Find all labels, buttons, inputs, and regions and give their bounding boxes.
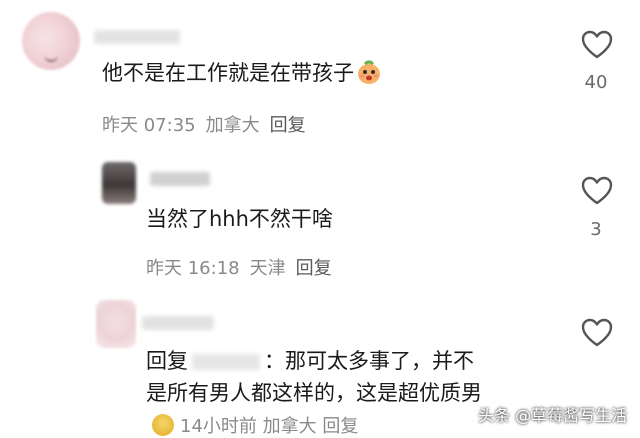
comment-time: 昨天 07:35 [102,115,196,136]
username-blurred[interactable] [150,172,210,186]
comment-text-line2: 是所有男人都这样的，这是超优质男 [146,381,482,405]
partial-comment-meta: 14小时前 加拿大 回复 [146,412,358,438]
comment-body: 他不是在工作就是在带孩子 [102,61,354,85]
like-count: 3 [590,219,602,240]
peach-face-emoji-icon [358,60,380,84]
like-heart-icon[interactable] [581,176,613,206]
comment-meta: 昨天 07:35 加拿大 回复 [102,111,316,137]
emoji-avatar-icon [152,414,174,436]
comment-location: 加拿大 [205,115,260,136]
comment-time: 昨天 16:18 [146,258,240,279]
comment-text: 回复 ：那可太多事了，并不 [146,346,474,376]
mention-blurred[interactable] [192,354,260,370]
comment-body: ：那可太多事了，并不 [264,349,474,373]
username-blurred[interactable] [142,316,214,330]
username-blurred[interactable] [94,30,180,44]
comment-meta-partial: 14小时前 加拿大 回复 [180,416,359,437]
comment-text: 当然了hhh不然干啥 [146,207,333,231]
comment-meta: 昨天 16:18 天津 回复 [146,254,342,280]
commenter-avatar[interactable] [102,162,136,204]
watermark: 头条 @草莓酱写生活 [478,406,628,425]
reply-button[interactable]: 回复 [296,258,332,279]
commenter-avatar[interactable] [22,12,80,70]
comment-text: 他不是在工作就是在带孩子 [102,58,382,88]
like-count: 40 [584,72,608,93]
commenter-avatar[interactable] [96,300,136,348]
comment-location: 天津 [249,258,286,279]
like-heart-icon[interactable] [581,318,613,348]
reply-button[interactable]: 回复 [270,115,306,136]
like-heart-icon[interactable] [581,30,613,60]
reply-prefix: 回复 [146,349,188,373]
